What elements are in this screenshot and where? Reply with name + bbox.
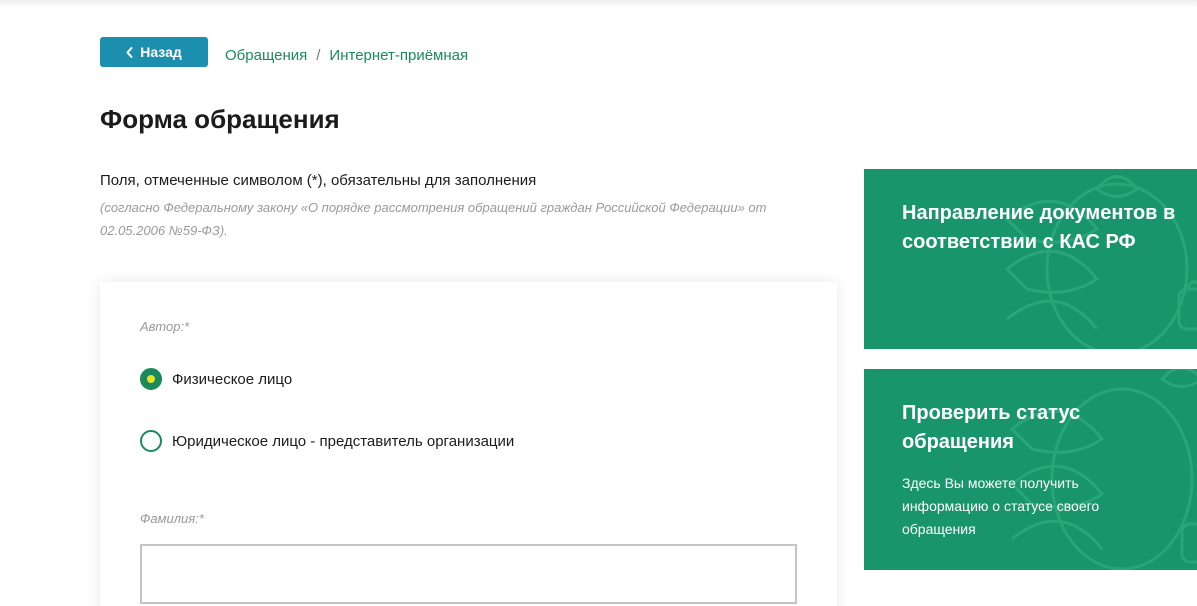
breadcrumb-item-appeals[interactable]: Обращения xyxy=(225,47,307,64)
author-option-label: Физическое лицо xyxy=(172,370,293,388)
card-description: Здесь Вы можете получить информацию о ст… xyxy=(902,475,1100,537)
kas-documents-card[interactable]: Направление документов в соответствии с … xyxy=(864,169,1197,349)
check-status-card[interactable]: Проверить статус обращения Здесь Вы може… xyxy=(864,369,1197,570)
surname-input[interactable] xyxy=(140,544,797,604)
breadcrumb: Обращения / Интернет-приёмная xyxy=(225,45,468,65)
chevron-left-icon xyxy=(126,46,133,58)
page: Назад Обращения / Интернет-приёмная Форм… xyxy=(0,0,1197,606)
author-option-individual[interactable]: Физическое лицо xyxy=(140,368,292,390)
required-fields-note: Поля, отмеченные символом (*), обязатель… xyxy=(100,172,537,189)
author-option-organization[interactable]: Юридическое лицо - представитель организ… xyxy=(140,430,514,452)
breadcrumb-item-reception[interactable]: Интернет-приёмная xyxy=(329,47,468,64)
author-option-label: Юридическое лицо - представитель организ… xyxy=(172,432,515,450)
appeal-form-card: Автор:* Физическое лицо Юридическое лицо… xyxy=(100,282,837,606)
law-reference-note: (согласно Федеральному закону «О порядке… xyxy=(100,200,767,238)
breadcrumb-separator: / xyxy=(316,46,321,64)
top-shadow xyxy=(0,0,1197,8)
author-label: Автор:* xyxy=(140,319,190,334)
back-button[interactable]: Назад xyxy=(100,37,208,67)
card-title: Проверить статус обращения xyxy=(902,402,1081,453)
card-title: Направление документов в соответствии с … xyxy=(902,202,1176,253)
radio-unchecked-icon[interactable] xyxy=(140,430,162,452)
back-button-label: Назад xyxy=(140,44,182,60)
surname-label: Фамилия:* xyxy=(140,511,204,526)
page-title: Форма обращения xyxy=(100,104,340,134)
emblem-icon xyxy=(1004,175,1197,349)
radio-checked-icon[interactable] xyxy=(140,368,162,390)
